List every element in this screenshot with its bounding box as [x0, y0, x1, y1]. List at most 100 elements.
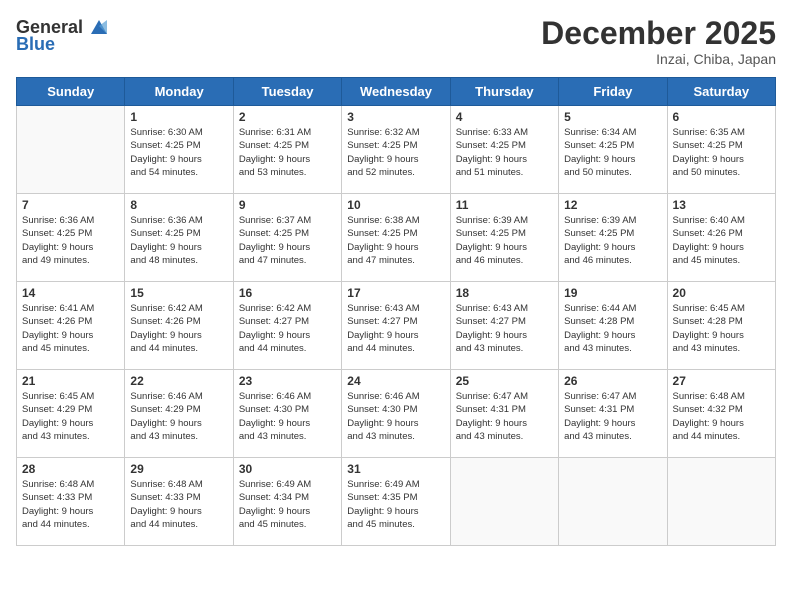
cell-line: Sunset: 4:25 PM — [564, 227, 661, 240]
day-number: 19 — [564, 286, 661, 300]
cell-line: Daylight: 9 hours — [130, 505, 227, 518]
day-number: 3 — [347, 110, 444, 124]
cell-line: Sunrise: 6:46 AM — [239, 390, 336, 403]
day-number: 10 — [347, 198, 444, 212]
cell-line: Sunset: 4:26 PM — [22, 315, 119, 328]
cell-line: and 48 minutes. — [130, 254, 227, 267]
day-number: 18 — [456, 286, 553, 300]
cell-line: Sunrise: 6:49 AM — [239, 478, 336, 491]
cell-line: Daylight: 9 hours — [564, 153, 661, 166]
day-number: 16 — [239, 286, 336, 300]
cell-line: Sunset: 4:31 PM — [564, 403, 661, 416]
cell-line: Sunrise: 6:32 AM — [347, 126, 444, 139]
cell-line: and 53 minutes. — [239, 166, 336, 179]
cell-line: and 46 minutes. — [564, 254, 661, 267]
cell-line: Sunrise: 6:30 AM — [130, 126, 227, 139]
cell-line: Sunrise: 6:31 AM — [239, 126, 336, 139]
cell-line: Sunrise: 6:47 AM — [564, 390, 661, 403]
day-number: 8 — [130, 198, 227, 212]
cell-line: Daylight: 9 hours — [239, 417, 336, 430]
day-header-tuesday: Tuesday — [233, 78, 341, 106]
cell-line: Sunrise: 6:45 AM — [673, 302, 770, 315]
cell-line: Sunrise: 6:44 AM — [564, 302, 661, 315]
cell-line: Sunset: 4:27 PM — [239, 315, 336, 328]
day-header-saturday: Saturday — [667, 78, 775, 106]
cell-line: Daylight: 9 hours — [22, 505, 119, 518]
cell-line: Sunrise: 6:46 AM — [130, 390, 227, 403]
day-number: 6 — [673, 110, 770, 124]
day-number: 20 — [673, 286, 770, 300]
cell-line: Sunset: 4:33 PM — [22, 491, 119, 504]
cell-line: and 50 minutes. — [564, 166, 661, 179]
calendar-cell: 2Sunrise: 6:31 AMSunset: 4:25 PMDaylight… — [233, 106, 341, 194]
calendar-cell — [667, 458, 775, 546]
calendar-cell: 15Sunrise: 6:42 AMSunset: 4:26 PMDayligh… — [125, 282, 233, 370]
week-row-1: 1Sunrise: 6:30 AMSunset: 4:25 PMDaylight… — [17, 106, 776, 194]
location-title: Inzai, Chiba, Japan — [541, 51, 776, 67]
calendar-cell: 22Sunrise: 6:46 AMSunset: 4:29 PMDayligh… — [125, 370, 233, 458]
cell-line: Daylight: 9 hours — [673, 241, 770, 254]
calendar-cell: 1Sunrise: 6:30 AMSunset: 4:25 PMDaylight… — [125, 106, 233, 194]
cell-line: Sunset: 4:26 PM — [673, 227, 770, 240]
cell-line: and 43 minutes. — [347, 430, 444, 443]
day-number: 13 — [673, 198, 770, 212]
cell-line: Sunrise: 6:48 AM — [130, 478, 227, 491]
cell-line: Daylight: 9 hours — [673, 417, 770, 430]
calendar-table: SundayMondayTuesdayWednesdayThursdayFrid… — [16, 77, 776, 546]
cell-line: and 54 minutes. — [130, 166, 227, 179]
cell-line: Daylight: 9 hours — [564, 241, 661, 254]
cell-line: Sunrise: 6:43 AM — [456, 302, 553, 315]
cell-line: Sunrise: 6:42 AM — [130, 302, 227, 315]
cell-line: Daylight: 9 hours — [347, 241, 444, 254]
cell-line: Daylight: 9 hours — [456, 417, 553, 430]
cell-line: Sunset: 4:25 PM — [456, 227, 553, 240]
calendar-cell — [559, 458, 667, 546]
cell-line: and 45 minutes. — [239, 518, 336, 531]
cell-line: Sunset: 4:35 PM — [347, 491, 444, 504]
calendar-cell: 27Sunrise: 6:48 AMSunset: 4:32 PMDayligh… — [667, 370, 775, 458]
cell-line: and 47 minutes. — [239, 254, 336, 267]
header: General Blue December 2025 Inzai, Chiba,… — [16, 16, 776, 67]
cell-line: and 44 minutes. — [130, 518, 227, 531]
cell-line: Sunrise: 6:35 AM — [673, 126, 770, 139]
cell-line: and 43 minutes. — [673, 342, 770, 355]
cell-line: Daylight: 9 hours — [673, 153, 770, 166]
cell-line: Sunrise: 6:36 AM — [130, 214, 227, 227]
day-header-monday: Monday — [125, 78, 233, 106]
cell-line: Sunset: 4:33 PM — [130, 491, 227, 504]
cell-line: Sunset: 4:25 PM — [347, 227, 444, 240]
cell-line: Sunset: 4:29 PM — [130, 403, 227, 416]
calendar-cell: 9Sunrise: 6:37 AMSunset: 4:25 PMDaylight… — [233, 194, 341, 282]
cell-line: Sunrise: 6:41 AM — [22, 302, 119, 315]
cell-line: Sunrise: 6:39 AM — [564, 214, 661, 227]
day-header-friday: Friday — [559, 78, 667, 106]
cell-line: Daylight: 9 hours — [22, 329, 119, 342]
calendar-cell: 19Sunrise: 6:44 AMSunset: 4:28 PMDayligh… — [559, 282, 667, 370]
cell-line: Sunrise: 6:39 AM — [456, 214, 553, 227]
cell-line: Sunrise: 6:38 AM — [347, 214, 444, 227]
cell-line: Sunrise: 6:46 AM — [347, 390, 444, 403]
day-number: 29 — [130, 462, 227, 476]
cell-line: Daylight: 9 hours — [239, 329, 336, 342]
cell-line: Sunrise: 6:48 AM — [22, 478, 119, 491]
cell-line: Sunset: 4:26 PM — [130, 315, 227, 328]
cell-line: Daylight: 9 hours — [347, 329, 444, 342]
cell-line: Sunrise: 6:42 AM — [239, 302, 336, 315]
calendar-cell: 30Sunrise: 6:49 AMSunset: 4:34 PMDayligh… — [233, 458, 341, 546]
calendar-cell: 18Sunrise: 6:43 AMSunset: 4:27 PMDayligh… — [450, 282, 558, 370]
cell-line: Sunset: 4:27 PM — [456, 315, 553, 328]
day-number: 26 — [564, 374, 661, 388]
week-row-3: 14Sunrise: 6:41 AMSunset: 4:26 PMDayligh… — [17, 282, 776, 370]
cell-line: Daylight: 9 hours — [130, 153, 227, 166]
cell-line: Daylight: 9 hours — [673, 329, 770, 342]
logo-icon — [85, 16, 113, 38]
week-row-4: 21Sunrise: 6:45 AMSunset: 4:29 PMDayligh… — [17, 370, 776, 458]
calendar-cell: 10 Sunrise: 6:38 AMSunset: 4:25 PMDayligh… — [342, 194, 450, 282]
day-number: 30 — [239, 462, 336, 476]
day-number: 31 — [347, 462, 444, 476]
cell-line: Sunrise: 6:34 AM — [564, 126, 661, 139]
cell-line: Sunset: 4:25 PM — [673, 139, 770, 152]
cell-line: Daylight: 9 hours — [239, 153, 336, 166]
day-number: 7 — [22, 198, 119, 212]
cell-line: Daylight: 9 hours — [347, 153, 444, 166]
